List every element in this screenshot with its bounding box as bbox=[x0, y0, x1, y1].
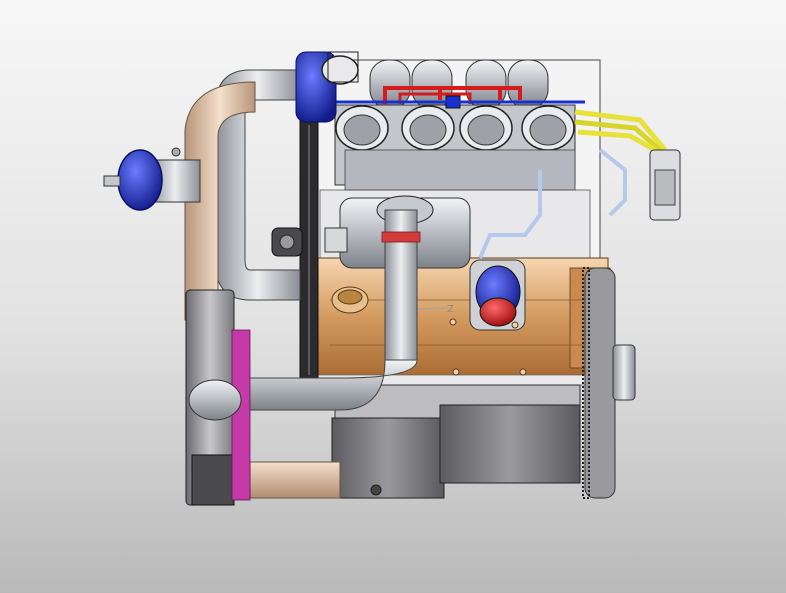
engine-block[interactable] bbox=[317, 257, 611, 386]
idler-pulley[interactable] bbox=[271, 227, 303, 257]
flywheel[interactable] bbox=[582, 267, 636, 499]
drive-belt[interactable] bbox=[299, 119, 319, 381]
cad-viewport[interactable]: Z bbox=[0, 0, 786, 593]
oil-filler-cap[interactable] bbox=[331, 286, 369, 314]
oil-filter[interactable] bbox=[469, 259, 526, 331]
engine-assembly-model[interactable]: Z bbox=[0, 0, 786, 593]
axis-z-label: Z bbox=[447, 304, 454, 315]
fan-housing[interactable] bbox=[185, 289, 251, 506]
ignition-coil[interactable] bbox=[649, 149, 681, 221]
